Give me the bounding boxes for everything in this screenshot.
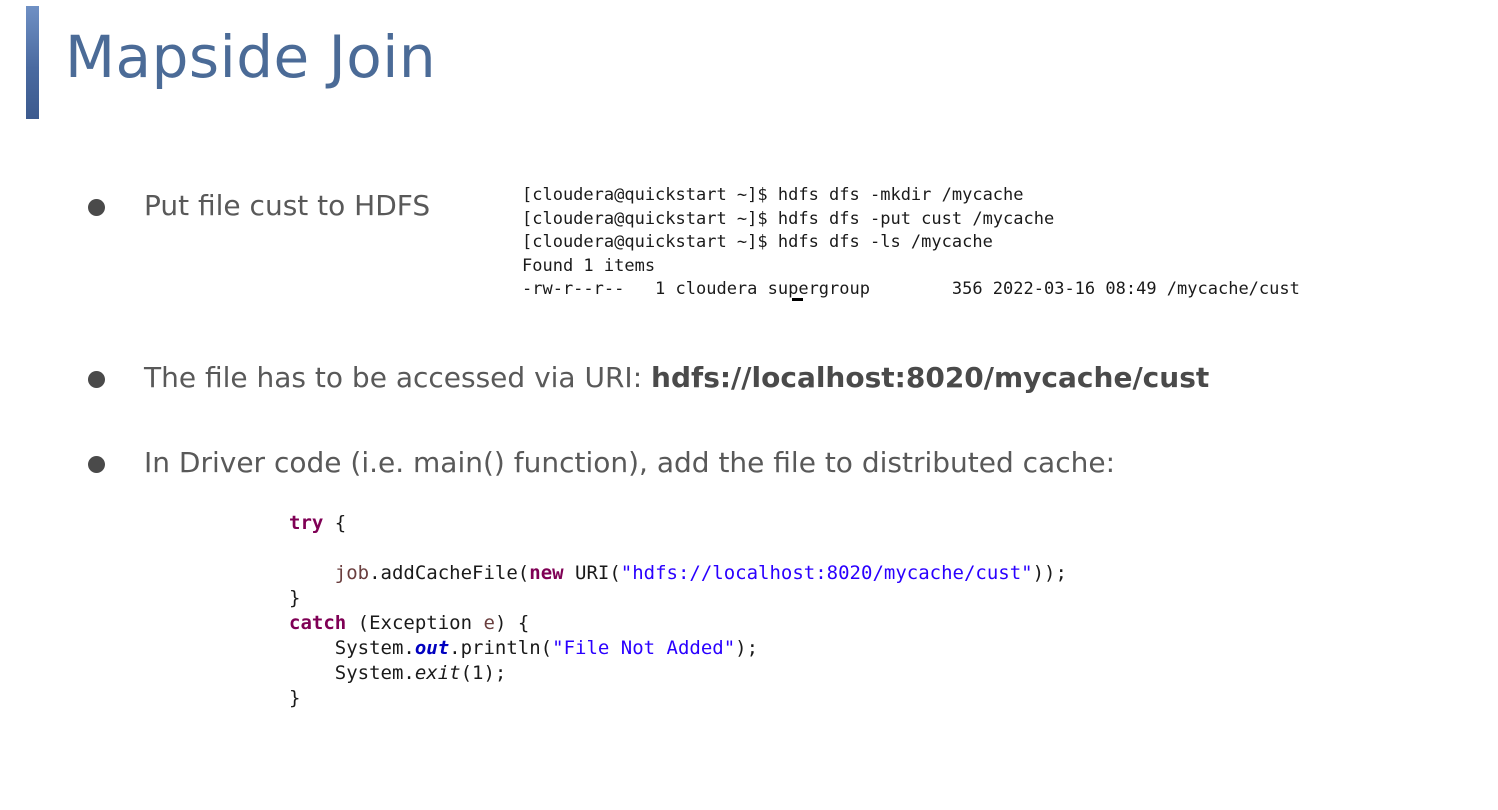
code-token: URI( <box>563 562 621 584</box>
bullet-text-uri: The file has to be accessed via URI: hdf… <box>144 361 1209 395</box>
code-token: { <box>323 512 347 534</box>
code-line: } <box>289 586 1067 611</box>
keyword-try: try <box>289 512 324 534</box>
bullet-text-driver-code: In Driver code (i.e. main() function), a… <box>144 446 1116 479</box>
hdfs-uri: hdfs://localhost:8020/mycache/cust <box>651 361 1210 394</box>
code-line: job.addCacheFile(new URI("hdfs://localho… <box>289 561 1067 586</box>
bullet-icon <box>88 199 105 216</box>
code-string-uri: "hdfs://localhost:8020/mycache/cust" <box>620 562 1033 584</box>
code-exit-method: exit <box>414 662 461 684</box>
code-token: } <box>289 687 301 709</box>
keyword-new: new <box>529 562 564 584</box>
text-cursor <box>792 298 803 301</box>
keyword-catch: catch <box>289 612 347 634</box>
code-job-var: job <box>334 562 370 584</box>
code-exception-var: e <box>483 612 495 634</box>
code-string-message: "File Not Added" <box>552 637 736 659</box>
title-accent-bar <box>26 6 39 119</box>
slide-title: Mapside Join <box>65 23 437 91</box>
terminal-line: [cloudera@quickstart ~]$ hdfs dfs -put c… <box>522 208 1055 229</box>
terminal-line: Found 1 items <box>522 255 656 276</box>
bullet-icon <box>88 456 105 473</box>
code-token: System. <box>334 637 415 659</box>
code-out-field: out <box>414 637 450 659</box>
code-line: catch (Exception e) { <box>289 611 1067 636</box>
terminal-output: [cloudera@quickstart ~]$ hdfs dfs -mkdir… <box>522 184 1300 302</box>
code-line: } <box>289 686 1067 711</box>
java-code-snippet: try { job.addCacheFile(new URI("hdfs://l… <box>289 511 1067 711</box>
code-token: .println( <box>449 637 553 659</box>
code-token: } <box>289 587 301 609</box>
code-token: ) { <box>494 612 530 634</box>
terminal-line: [cloudera@quickstart ~]$ hdfs dfs -ls /m… <box>522 232 993 252</box>
code-line: System.out.println("File Not Added"); <box>289 636 1067 661</box>
code-line: System.exit(1); <box>289 661 1067 686</box>
code-token: System. <box>334 662 415 684</box>
code-line: try { <box>289 511 1067 536</box>
bullet-text-put-file: Put file cust to HDFS <box>144 189 431 222</box>
terminal-line: -rw-r--r-- 1 cloudera supergroup 356 202… <box>522 279 1300 299</box>
slide: Mapside Join Put file cust to HDFS [clou… <box>0 0 1498 810</box>
code-token: ); <box>735 637 759 659</box>
code-token: (1); <box>460 662 507 684</box>
bullet-uri-prefix: The file has to be accessed via URI: <box>144 361 652 394</box>
code-token: )); <box>1032 562 1067 584</box>
terminal-line: [cloudera@quickstart ~]$ hdfs dfs -mkdir… <box>522 185 1024 205</box>
code-token: (Exception <box>346 612 484 634</box>
bullet-icon <box>88 371 105 388</box>
code-token: .addCacheFile( <box>369 562 530 584</box>
